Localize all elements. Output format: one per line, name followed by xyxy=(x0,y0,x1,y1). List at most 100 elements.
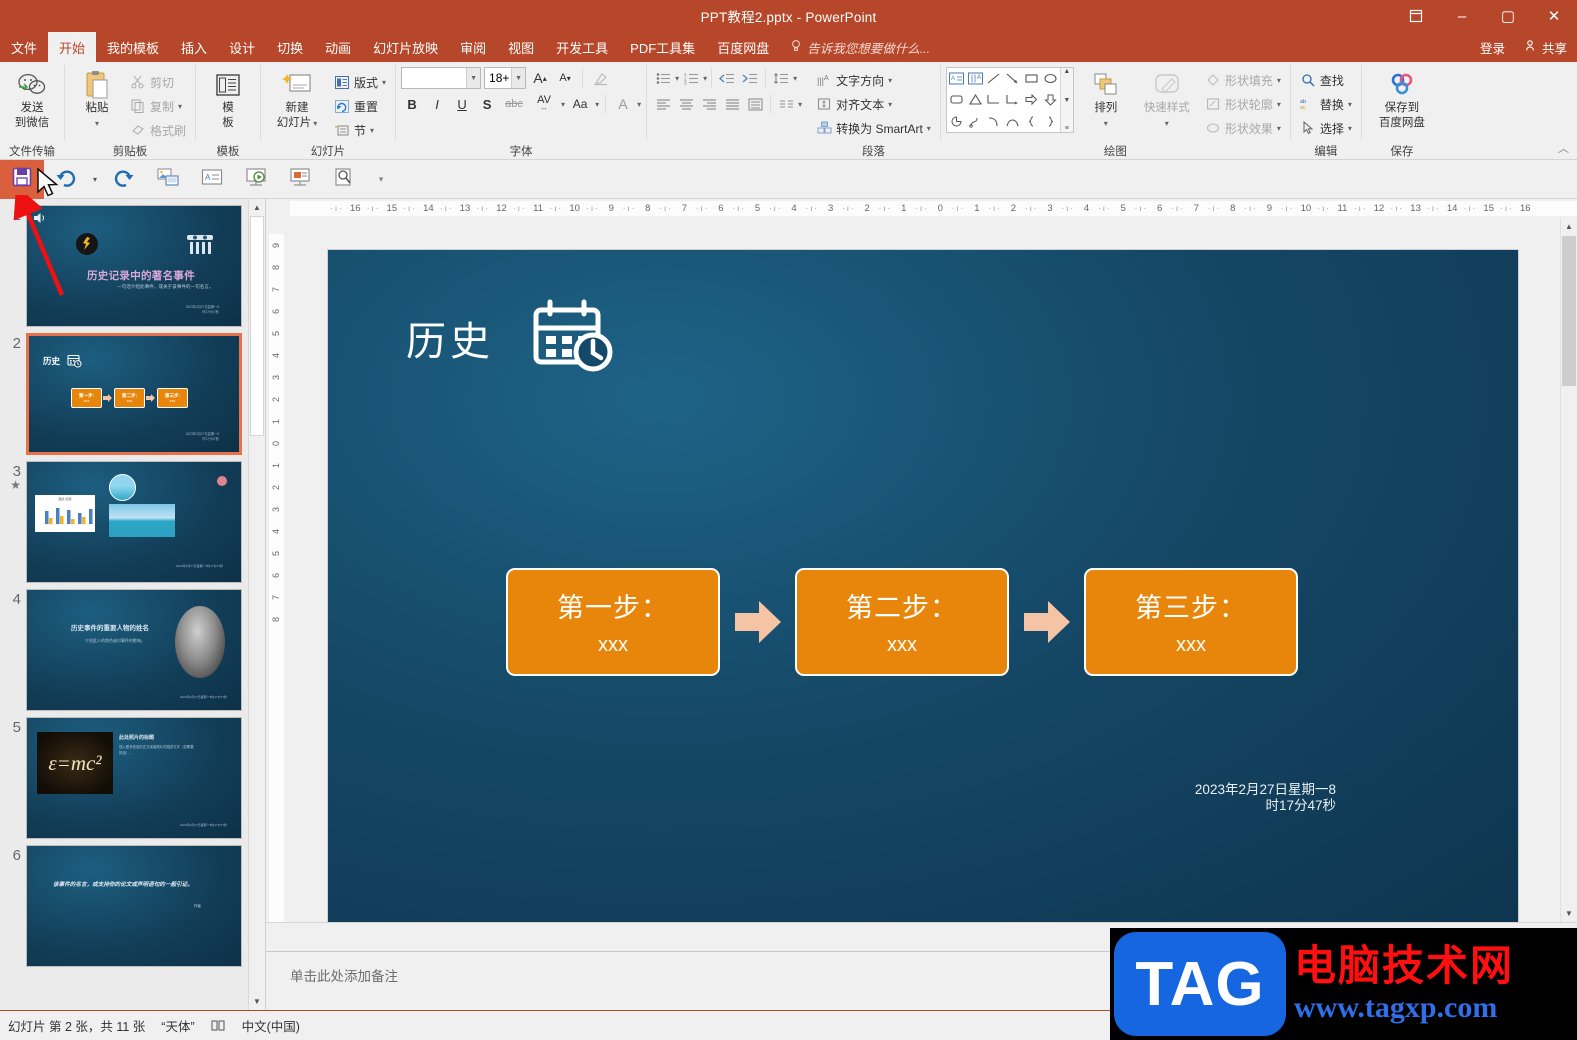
shape-right-brace-icon[interactable] xyxy=(1041,111,1060,132)
slide-thumbnail-4[interactable]: 历史事件的重要人物的姓名 介绍此人的角色或对事件的影响。 2023年2月27日星… xyxy=(26,589,242,711)
section-caret[interactable]: ▾ xyxy=(370,126,374,135)
shape-fill-button[interactable]: 形状填充 ▾ xyxy=(1201,69,1285,91)
reset-button[interactable]: 重置 xyxy=(330,95,390,117)
present-button[interactable] xyxy=(278,160,322,199)
shape-line-icon[interactable] xyxy=(984,68,1003,89)
font-size-dropdown-icon[interactable]: ▼ xyxy=(511,68,526,88)
font-size-input[interactable]: 18+ ▼ xyxy=(484,67,527,89)
vertical-ruler[interactable]: 9 8 7 6 5 4 3 2 1 0 1 2 3 4 5 6 7 8 xyxy=(266,217,286,922)
shape-elbow-connector-icon[interactable] xyxy=(984,89,1003,110)
shape-arrow-icon[interactable] xyxy=(1003,68,1022,89)
case-caret[interactable]: ▾ xyxy=(595,100,599,109)
arrange-caret[interactable]: ▾ xyxy=(1104,117,1108,130)
section-button[interactable]: 节 ▾ xyxy=(330,119,390,141)
font-color-caret[interactable]: ▾ xyxy=(637,100,641,109)
paste-button[interactable]: 粘贴 ▾ xyxy=(70,67,124,133)
distribute-text-button[interactable] xyxy=(744,93,766,115)
slide-thumbnail-5[interactable]: ε=mc² 此处照片的标题 插入更多信息的正文或者照片的描述文字（如需要的话）。… xyxy=(26,717,242,839)
ribbon-tab-0[interactable]: 文件 xyxy=(0,32,48,62)
minimize-button[interactable]: – xyxy=(1439,0,1485,32)
shape-text-box-icon[interactable]: A xyxy=(947,68,966,89)
ribbon-tab-5[interactable]: 切换 xyxy=(266,32,314,62)
text-direction-caret[interactable]: ▾ xyxy=(888,76,892,85)
shape-arc-icon[interactable] xyxy=(984,111,1003,132)
spellcheck-icon[interactable] xyxy=(211,1019,226,1032)
quick-styles-caret[interactable]: ▾ xyxy=(1165,117,1169,130)
slide-thumbnail-6[interactable]: 该事件的名言，或支持你的论文或声明语句的一般引证。 作者 xyxy=(26,845,242,967)
layout-caret[interactable]: ▾ xyxy=(382,78,386,87)
slide-thumbnail-3[interactable]: 图表 标题 2023年2月27日星期一8时17分47秒 xyxy=(26,461,242,583)
align-right-button[interactable] xyxy=(698,93,720,115)
ribbon-tab-10[interactable]: 开发工具 xyxy=(545,32,619,62)
cut-button[interactable]: 剪切 xyxy=(126,71,190,93)
process-step-box[interactable]: 第一步： xxx xyxy=(506,567,720,676)
shape-effects-button[interactable]: 形状效果 ▾ xyxy=(1201,117,1285,139)
share-button[interactable]: 共享 xyxy=(1515,38,1577,57)
font-name-dropdown-icon[interactable]: ▼ xyxy=(466,68,481,88)
find-button[interactable]: 查找 xyxy=(1296,69,1356,91)
print-preview-button[interactable] xyxy=(322,160,366,199)
font-color-button[interactable]: A xyxy=(612,93,634,115)
justify-button[interactable] xyxy=(721,93,743,115)
thumbnail-scroll-thumb[interactable] xyxy=(250,216,264,436)
insert-picture-button[interactable] xyxy=(146,160,190,199)
ribbon-tab-3[interactable]: 插入 xyxy=(170,32,218,62)
align-text-button[interactable]: 对齐文本 ▾ xyxy=(812,93,935,115)
layout-button[interactable]: 版式 ▾ xyxy=(330,71,390,93)
thumbnail-row[interactable]: 4 历史事件的重要人物的姓名 介绍此人的角色或对事件的影响。 2023年2月27… xyxy=(0,583,265,711)
shape-fill-caret[interactable]: ▾ xyxy=(1277,76,1281,85)
numbering-caret[interactable]: ▾ xyxy=(703,74,707,83)
customize-qat-button[interactable]: ▾ xyxy=(366,174,396,185)
change-case-button[interactable]: Aa xyxy=(568,93,592,115)
quick-styles-button[interactable]: 快速样式 ▾ xyxy=(1138,67,1196,133)
shape-right-arrow-icon[interactable] xyxy=(1022,89,1041,110)
format-painter-button[interactable]: 格式刷 xyxy=(126,119,190,141)
shape-rectangle-icon[interactable] xyxy=(1022,68,1041,89)
shape-outline-button[interactable]: 形状轮廓 ▾ xyxy=(1201,93,1285,115)
new-slide-caret[interactable]: ▾ xyxy=(313,117,317,130)
shape-outline-caret[interactable]: ▾ xyxy=(1277,100,1281,109)
bullets-caret[interactable]: ▾ xyxy=(675,74,679,83)
arrange-button[interactable]: 排列 ▾ xyxy=(1079,67,1133,133)
shapes-gallery-scrollbar[interactable]: ▲ ▼ ≡ xyxy=(1059,68,1073,132)
thumbnail-row[interactable]: 6 该事件的名言，或支持你的论文或声明语句的一般引证。 作者 xyxy=(0,839,265,967)
process-steps-group[interactable]: 第一步： xxx 第二步： xxx 第三步： xxx xyxy=(506,567,1298,676)
slide-thumbnail-pane[interactable]: 1 历史记录中的著名事件 一句话介绍此事件，或关于该事件的一句名言。 2023年… xyxy=(0,199,266,1010)
undo-dropdown-icon[interactable]: ▾ xyxy=(88,175,102,184)
shape-vertical-text-icon[interactable]: A xyxy=(966,68,985,89)
copy-caret[interactable]: ▾ xyxy=(178,102,182,111)
ribbon-tab-12[interactable]: 百度网盘 xyxy=(706,32,780,62)
template-button[interactable]: 模 板 xyxy=(201,67,255,133)
thumbnail-scroll-down-icon[interactable]: ▼ xyxy=(249,993,265,1010)
italic-button[interactable]: I xyxy=(426,93,448,115)
horizontal-ruler[interactable]: ·ı· 16 ·ı· 15 ·ı· 14 ·ı· 13 ·ı· 12 ·ı· 11 ·ı· 10 ·ı· 9 ·… xyxy=(266,199,1577,218)
save-button[interactable] xyxy=(0,159,44,199)
line-spacing-button[interactable] xyxy=(770,67,792,89)
ribbon-tab-7[interactable]: 幻灯片放映 xyxy=(362,32,449,62)
undo-button[interactable] xyxy=(44,160,88,199)
select-button[interactable]: 选择 ▾ xyxy=(1296,117,1356,139)
font-name-input[interactable]: ▼ xyxy=(401,67,482,89)
slide-canvas[interactable]: 历史 第一步： xxx 第二步： xxx 第三步： xxx 2023年2月27日… xyxy=(328,249,1518,922)
ribbon-tab-9[interactable]: 视图 xyxy=(497,32,545,62)
process-step-box[interactable]: 第三步： xxx xyxy=(1084,567,1298,676)
thumbnail-row[interactable]: 3 ★ 图表 标题 2023年2月27日星期一8时17分47秒 xyxy=(0,455,265,583)
shape-effects-caret[interactable]: ▾ xyxy=(1277,124,1281,133)
ribbon-tab-6[interactable]: 动画 xyxy=(314,32,362,62)
paste-dropdown-caret[interactable]: ▾ xyxy=(95,117,99,130)
thumbnail-row[interactable]: 5 ε=mc² 此处照片的标题 插入更多信息的正文或者照片的描述文字（如需要的话… xyxy=(0,711,265,839)
character-spacing-button[interactable]: AV ↔ xyxy=(530,93,558,115)
text-box-button[interactable]: A xyxy=(190,160,234,199)
align-center-button[interactable] xyxy=(675,93,697,115)
shape-left-brace-icon[interactable] xyxy=(1022,111,1041,132)
replace-button[interactable]: ab ac 替换 ▾ xyxy=(1296,93,1356,115)
ribbon-tab-11[interactable]: PDF工具集 xyxy=(619,32,706,62)
process-step-box[interactable]: 第二步： xxx xyxy=(795,567,1009,676)
line-spacing-caret[interactable]: ▾ xyxy=(793,74,797,83)
clear-formatting-button[interactable] xyxy=(589,67,611,89)
align-left-button[interactable] xyxy=(652,93,674,115)
ribbon-display-options-icon[interactable] xyxy=(1393,0,1439,32)
shape-triangle-icon[interactable] xyxy=(966,89,985,110)
slide-thumbnail-2[interactable]: 历史 第一步: xxx 第二步: xxx 第三步: xxx 2023年2月27日… xyxy=(26,333,242,455)
shape-pie-icon[interactable] xyxy=(947,111,966,132)
